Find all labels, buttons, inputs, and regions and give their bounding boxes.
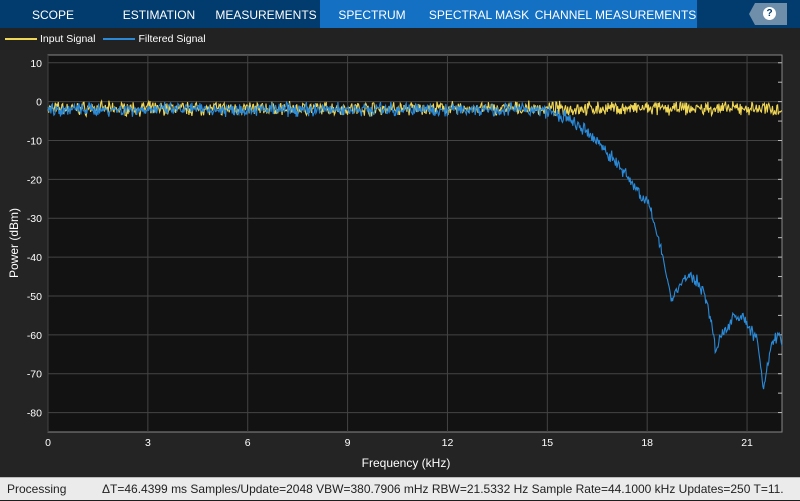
yellow-line-swatch-icon [5,38,37,40]
y-tick-label: -50 [27,291,42,303]
status-bar: Processing ΔT=46.4399 ms Samples/Update=… [0,477,800,500]
y-axis-label: Power (dBm) [7,208,21,278]
help-icon: ? [763,7,776,20]
tab-measurements[interactable]: MEASUREMENTS [212,0,320,28]
tab-spectrum[interactable]: SPECTRUM [320,0,424,28]
spectrum-plot[interactable]: 0 3 6 9 12 15 18 21100-10-20-30-40-50-60-70-80 … [0,50,800,477]
status-info: ΔT=46.4399 ms Samples/Update=2048 VBW=38… [102,482,784,496]
legend-item-input-signal[interactable]: Input Signal [5,33,95,45]
x-tick-label: 9 [345,437,351,449]
tab-scope[interactable]: SCOPE [0,0,106,28]
legend-label: Filtered Signal [138,33,206,45]
x-tick-label: 0 [45,437,51,449]
help-button[interactable]: ? [749,3,787,25]
y-tick-label: -60 [27,330,42,342]
y-tick-label: -30 [27,213,42,225]
x-tick-label: 15 [541,437,553,449]
tab-channel-measurements[interactable]: CHANNEL MEASUREMENTS [534,0,697,28]
status-state: Processing [7,482,67,496]
y-tick-label: -20 [27,174,42,186]
toolstrip-tabs: SCOPE ESTIMATION MEASUREMENTS SPECTRUM S… [0,0,800,28]
tab-spectral-mask[interactable]: SPECTRAL MASK [424,0,534,28]
y-tick-label: 10 [30,58,42,70]
x-tick-label: 12 [442,437,454,449]
legend-item-filtered-signal[interactable]: Filtered Signal [103,33,206,45]
y-tick-label: -70 [27,369,42,381]
x-tick-label: 18 [641,437,653,449]
x-tick-label: 3 [145,437,151,449]
y-tick-label: -80 [27,408,42,420]
legend: Input Signal Filtered Signal [0,28,800,50]
x-tick-label: 21 [741,437,753,449]
x-axis-label: Frequency (kHz) [362,456,451,470]
legend-label: Input Signal [40,33,96,45]
blue-line-swatch-icon [103,38,136,40]
y-tick-label: -10 [27,136,42,148]
y-tick-label: 0 [36,97,42,109]
y-tick-label: -40 [27,252,42,264]
x-tick-label: 6 [245,437,251,449]
tab-estimation[interactable]: ESTIMATION [106,0,212,28]
